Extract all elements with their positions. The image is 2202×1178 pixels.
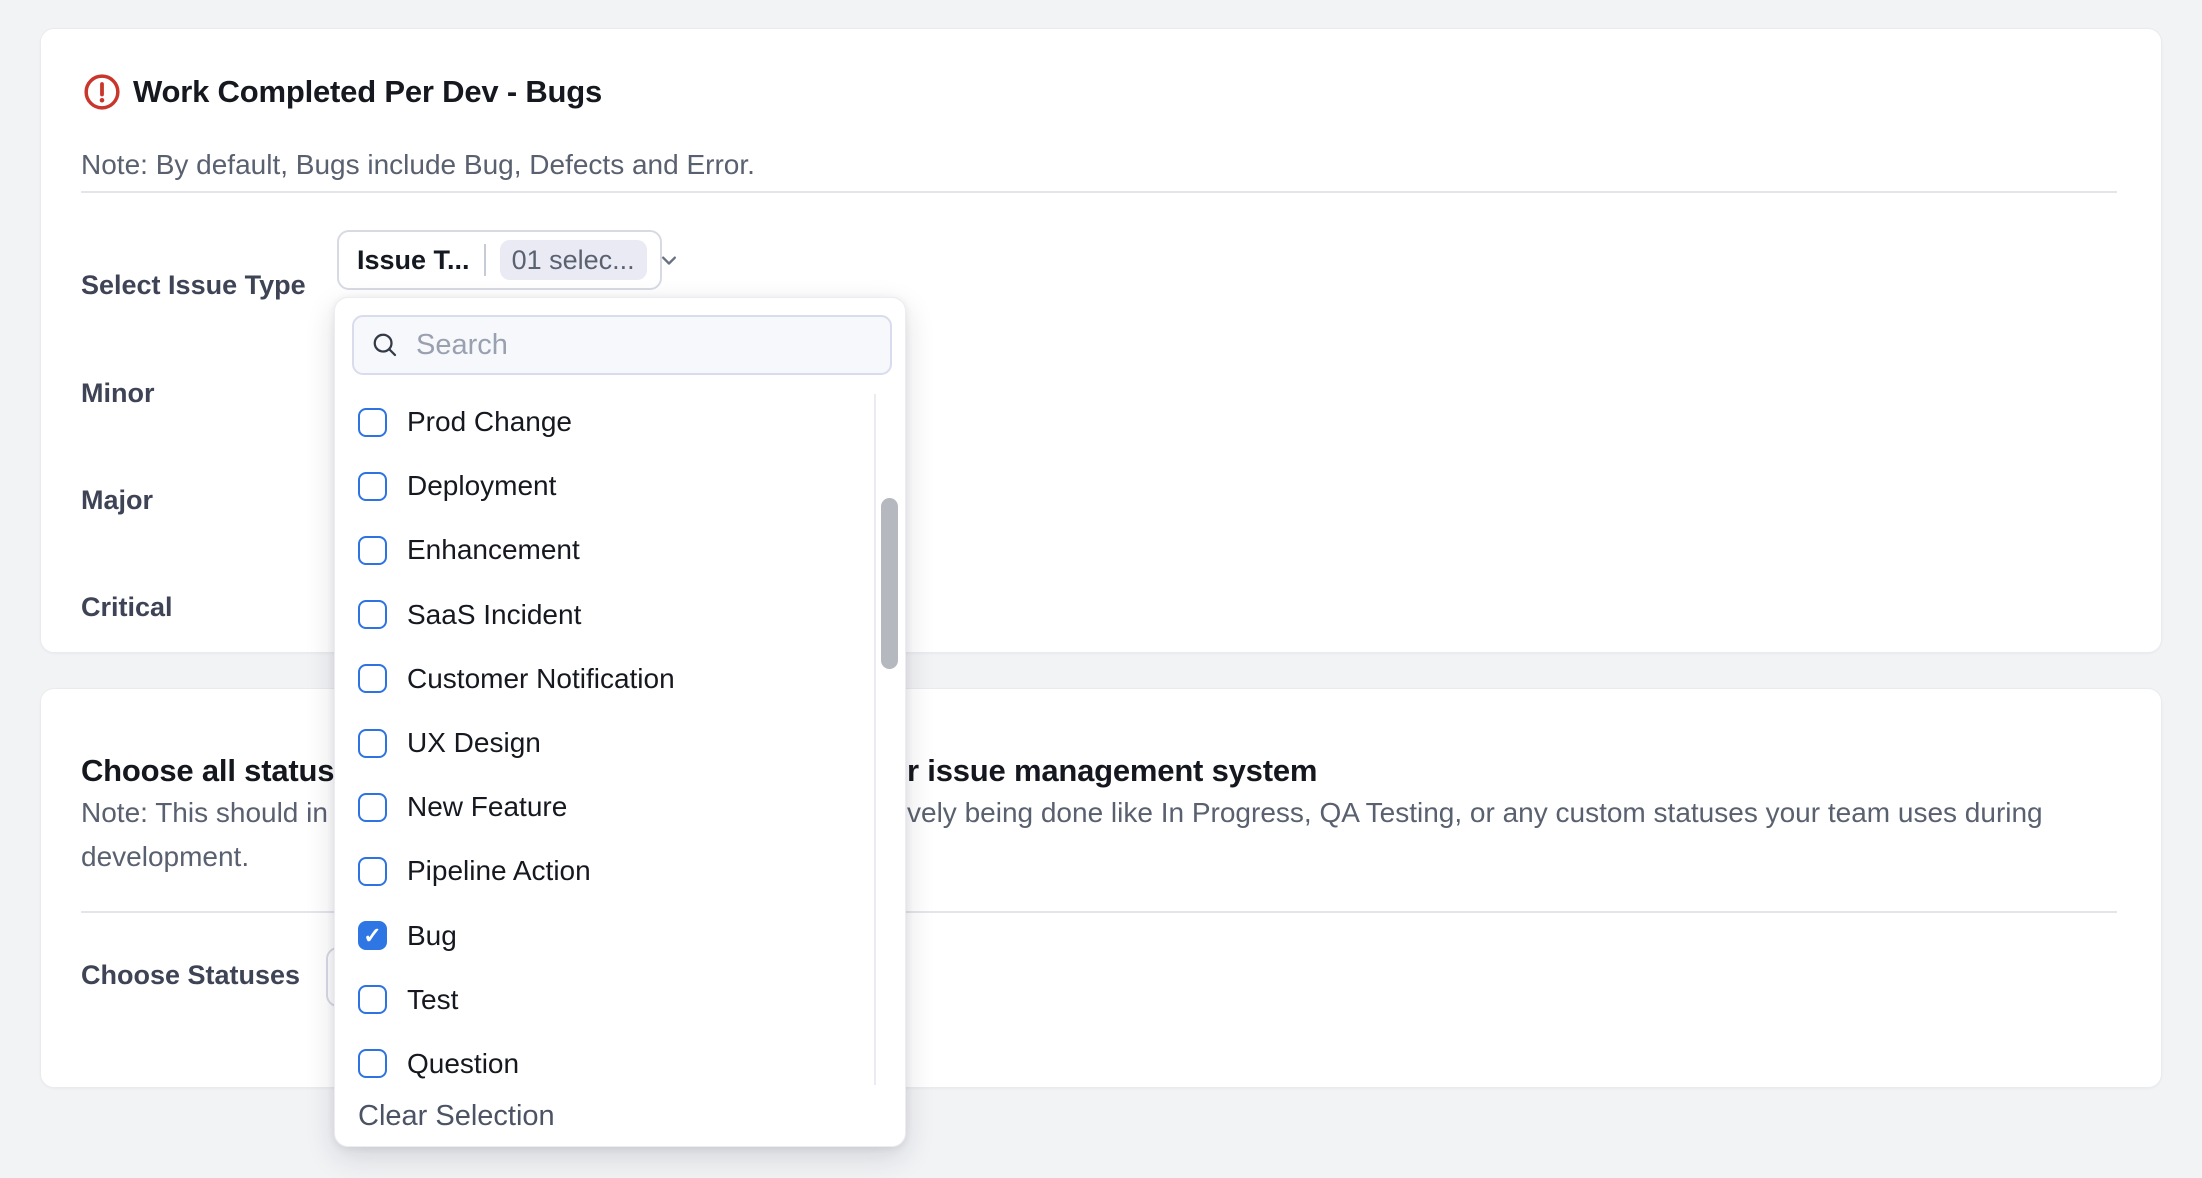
issue-type-trigger-label: Issue T... xyxy=(357,245,470,276)
item-label: Test xyxy=(407,984,458,1016)
search-input[interactable] xyxy=(414,328,876,363)
card-title: Work Completed Per Dev - Bugs xyxy=(133,74,602,110)
item-label: Pipeline Action xyxy=(407,855,591,887)
trigger-separator xyxy=(484,244,486,276)
label-major: Major xyxy=(81,485,153,516)
card2-heading-right: r issue management system xyxy=(907,753,1317,789)
alert-circle-icon xyxy=(83,73,121,111)
checkbox[interactable] xyxy=(358,408,387,437)
list-item[interactable]: Pipeline Action xyxy=(335,839,874,903)
list-item[interactable]: Enhancement xyxy=(335,518,874,582)
label-choose-statuses: Choose Statuses xyxy=(81,960,300,991)
checkbox[interactable] xyxy=(358,921,387,950)
scrollbar-thumb[interactable] xyxy=(881,498,898,669)
card-note: Note: By default, Bugs include Bug, Defe… xyxy=(81,149,755,181)
checkbox[interactable] xyxy=(358,1049,387,1078)
divider xyxy=(81,191,2117,193)
checkbox[interactable] xyxy=(358,536,387,565)
item-label: Deployment xyxy=(407,470,556,502)
checkbox[interactable] xyxy=(358,793,387,822)
checkbox[interactable] xyxy=(358,729,387,758)
dropdown-footer: Clear Selection xyxy=(335,1085,905,1148)
list-item[interactable]: Deployment xyxy=(335,454,874,518)
item-label: Prod Change xyxy=(407,406,572,438)
dropdown-search-box xyxy=(352,315,892,375)
label-minor: Minor xyxy=(81,378,155,409)
checkbox[interactable] xyxy=(358,472,387,501)
chevron-down-icon xyxy=(655,246,683,274)
dropdown-list: Prod Change Deployment Enhancement SaaS … xyxy=(335,394,876,1085)
card2-note-line2: development. xyxy=(81,841,249,873)
item-label: SaaS Incident xyxy=(407,599,581,631)
clear-selection-button[interactable]: Clear Selection xyxy=(358,1100,555,1133)
issue-type-select-trigger[interactable]: Issue T... 01 selec... xyxy=(337,230,662,290)
issue-type-dropdown-panel: Prod Change Deployment Enhancement SaaS … xyxy=(334,297,906,1147)
search-icon xyxy=(370,330,400,360)
list-item[interactable]: Prod Change xyxy=(335,394,874,454)
card2-heading-left: Choose all status xyxy=(81,753,334,789)
list-item[interactable]: SaaS Incident xyxy=(335,583,874,647)
label-critical: Critical xyxy=(81,592,173,623)
list-item[interactable]: UX Design xyxy=(335,711,874,775)
item-label: Bug xyxy=(407,920,457,952)
item-label: New Feature xyxy=(407,791,567,823)
item-label: Question xyxy=(407,1048,519,1080)
item-label: Enhancement xyxy=(407,534,580,566)
list-item[interactable]: Test xyxy=(335,968,874,1032)
list-item[interactable]: Bug xyxy=(335,904,874,968)
list-item[interactable]: New Feature xyxy=(335,775,874,839)
card2-note-left: Note: This should in xyxy=(81,797,328,829)
card2-note-right: vely being done like In Progress, QA Tes… xyxy=(907,797,2043,829)
selected-count-badge: 01 selec... xyxy=(500,240,647,280)
checkbox[interactable] xyxy=(358,664,387,693)
card-header: Work Completed Per Dev - Bugs xyxy=(83,73,602,111)
list-item[interactable]: Question xyxy=(335,1032,874,1085)
checkbox[interactable] xyxy=(358,600,387,629)
item-label: Customer Notification xyxy=(407,663,675,695)
checkbox[interactable] xyxy=(358,857,387,886)
item-label: UX Design xyxy=(407,727,541,759)
checkbox[interactable] xyxy=(358,985,387,1014)
list-item[interactable]: Customer Notification xyxy=(335,647,874,711)
label-select-issue-type: Select Issue Type xyxy=(81,270,306,301)
